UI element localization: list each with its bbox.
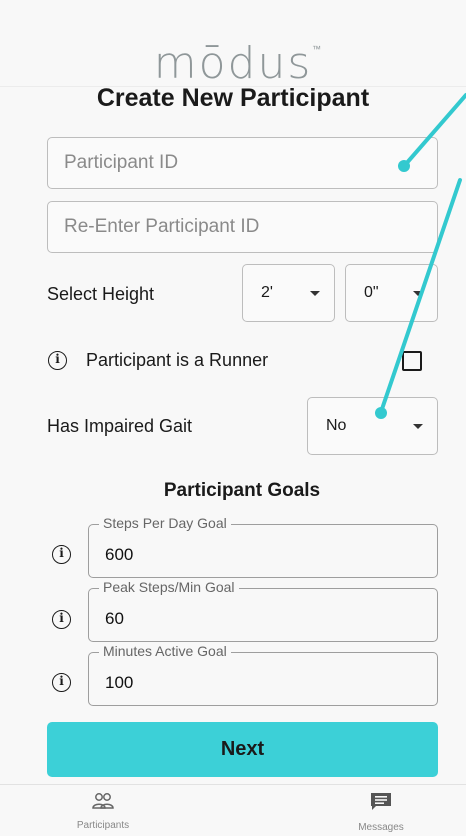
reenter-participant-id-input[interactable] xyxy=(48,202,437,252)
goal-label: Peak Steps/Min Goal xyxy=(99,579,239,595)
goal-value[interactable]: 100 xyxy=(105,673,133,693)
logo-trademark: ™ xyxy=(312,44,321,54)
participant-goals-title: Participant Goals xyxy=(163,480,321,501)
info-icon[interactable]: i xyxy=(52,610,71,629)
tab-messages-label: Messages xyxy=(358,822,404,833)
tab-participants-label: Participants xyxy=(76,820,130,831)
steps-per-day-goal-field[interactable]: Steps Per Day Goal 600 xyxy=(88,515,438,578)
minutes-active-goal-field[interactable]: Minutes Active Goal 100 xyxy=(88,643,438,706)
goal-value[interactable]: 600 xyxy=(105,545,133,565)
chevron-down-icon xyxy=(413,424,423,429)
impaired-gait-value: No xyxy=(326,417,347,434)
impaired-gait-label: Has Impaired Gait xyxy=(47,416,193,436)
chevron-down-icon xyxy=(310,291,320,296)
bottom-tab-bar: Participants Messages xyxy=(0,784,466,836)
runner-info-icon[interactable]: i xyxy=(48,351,67,370)
select-height-label: Select Height xyxy=(47,284,155,304)
height-inches-value: 0" xyxy=(364,284,379,301)
height-inches-select[interactable]: 0" xyxy=(345,264,438,322)
height-feet-select[interactable]: 2' xyxy=(242,264,335,322)
height-feet-value: 2' xyxy=(261,284,273,301)
tab-participants[interactable]: Participants xyxy=(43,785,163,831)
tab-messages[interactable]: Messages xyxy=(321,785,441,833)
info-icon[interactable]: i xyxy=(52,673,71,692)
goal-label: Minutes Active Goal xyxy=(99,643,231,659)
logo-wordmark: mōdus xyxy=(153,38,313,89)
runner-checkbox[interactable] xyxy=(402,351,422,371)
info-icon[interactable]: i xyxy=(52,545,71,564)
people-icon xyxy=(92,793,114,809)
reenter-participant-id-field[interactable] xyxy=(47,201,438,253)
participant-id-field[interactable] xyxy=(47,137,438,189)
goal-value[interactable]: 60 xyxy=(105,609,124,629)
goal-label: Steps Per Day Goal xyxy=(99,515,231,531)
peak-steps-goal-field[interactable]: Peak Steps/Min Goal 60 xyxy=(88,579,438,642)
impaired-gait-select[interactable]: No xyxy=(307,397,438,455)
next-button[interactable]: Next xyxy=(47,722,438,777)
page-title: Create New Participant xyxy=(96,84,370,112)
chat-icon xyxy=(371,793,391,810)
participant-id-input[interactable] xyxy=(48,138,437,188)
chevron-down-icon xyxy=(413,291,423,296)
runner-label: Participant is a Runner xyxy=(86,350,269,370)
